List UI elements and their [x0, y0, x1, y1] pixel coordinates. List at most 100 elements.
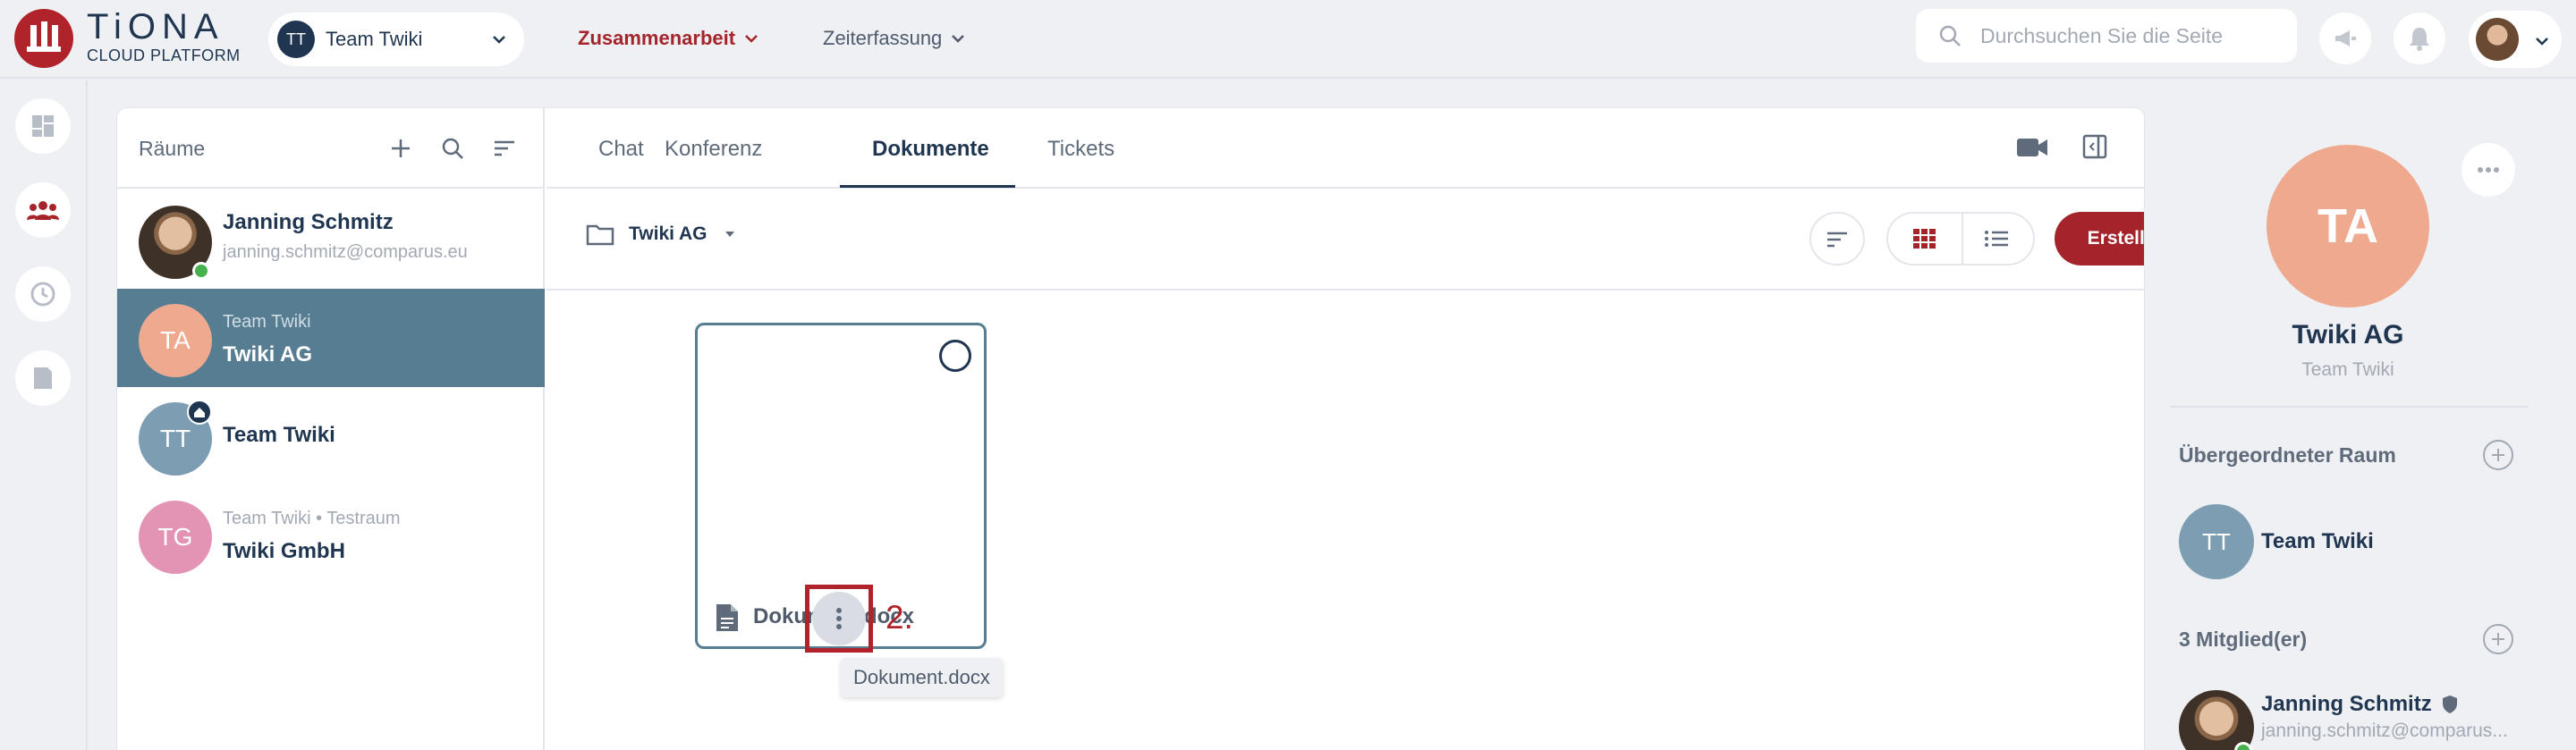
user-menu-button[interactable]	[2469, 11, 2562, 68]
room-item[interactable]: TG Team Twiki • Testraum Twiki GmbH	[117, 485, 545, 584]
document-icon	[34, 367, 52, 389]
document-more-button[interactable]	[812, 592, 866, 645]
caret-down-icon	[724, 232, 734, 237]
tab-chat[interactable]: Chat	[598, 137, 644, 162]
divider	[117, 187, 545, 189]
room-name: Team Twiki	[223, 423, 335, 447]
room-item[interactable]: TA Team Twiki Twiki AG	[117, 289, 545, 387]
parent-room-heading: Übergeordneter Raum	[2179, 443, 2396, 467]
room-subtitle: janning.schmitz@comparus.eu	[223, 242, 468, 262]
nav-zusammenarbeit-label: Zusammenarbeit	[578, 27, 736, 49]
tiona-logo-icon[interactable]	[14, 9, 73, 68]
sort-icon[interactable]	[491, 135, 518, 162]
chevron-down-icon	[2536, 38, 2548, 46]
tab-tickets[interactable]: Tickets	[1047, 137, 1114, 162]
team-selector-label: Team Twiki	[326, 28, 423, 50]
more-vertical-icon	[836, 608, 842, 629]
member-name: Janning Schmitz	[2261, 692, 2432, 716]
plus-icon	[2492, 449, 2504, 461]
view-toggle	[1886, 212, 2035, 265]
dashboard-icon	[32, 115, 54, 137]
team-avatar: TT	[277, 21, 315, 58]
grid-view-icon[interactable]	[1911, 226, 1936, 251]
user-avatar	[2476, 18, 2519, 61]
collaboration-button[interactable]	[15, 182, 71, 238]
room-name: Twiki AG	[223, 342, 313, 367]
add-icon[interactable]	[387, 135, 414, 162]
room-item[interactable]: Janning Schmitz janning.schmitz@comparus…	[117, 190, 545, 289]
top-bar: TiONA CLOUD PLATFORM TT Team Twiki Zusam…	[0, 0, 2576, 79]
main-card: Räume Janning Schmitz janning.schmitz@co…	[116, 107, 2145, 750]
parent-room-name[interactable]: Team Twiki	[2261, 529, 2374, 554]
sidebar-toggle-icon[interactable]	[2081, 133, 2108, 160]
file-icon	[716, 604, 738, 631]
nav-zeiterfassung-label: Zeiterfassung	[823, 27, 943, 49]
room-avatar-large: TA	[2267, 145, 2429, 308]
team-icon	[27, 201, 59, 220]
add-member-button[interactable]	[2483, 624, 2513, 654]
dashboard-button[interactable]	[15, 98, 71, 154]
create-button-label: Erstellen	[2087, 228, 2145, 249]
member-avatar	[2179, 690, 2254, 750]
sort-icon	[1827, 232, 1847, 248]
room-subtitle: Team Twiki	[223, 312, 311, 332]
nav-zeiterfassung[interactable]: Zeiterfassung	[823, 27, 967, 50]
members-heading: 3 Mitglied(er)	[2179, 628, 2308, 651]
room-subtitle: Team Twiki • Testraum	[223, 509, 401, 528]
room-subtitle: Team Twiki	[2301, 359, 2394, 380]
rooms-title: Räume	[139, 137, 206, 160]
online-status-icon	[192, 262, 210, 280]
add-parent-room-button[interactable]	[2483, 440, 2513, 470]
room-title: Twiki AG	[2292, 320, 2404, 350]
chevron-down-icon	[952, 35, 965, 43]
chevron-down-icon	[745, 35, 758, 43]
rooms-panel: Räume Janning Schmitz janning.schmitz@co…	[117, 108, 545, 750]
time-tracking-button[interactable]	[15, 266, 71, 322]
room-avatar: TA	[139, 304, 212, 377]
team-selector[interactable]: TT Team Twiki	[268, 13, 524, 66]
more-horizontal-icon	[2478, 167, 2499, 173]
step-label: 2.	[886, 599, 913, 636]
search-placeholder: Durchsuchen Sie die Seite	[1980, 24, 2224, 47]
search-icon	[1939, 25, 1961, 46]
documents-button[interactable]	[15, 350, 71, 406]
member-email: janning.schmitz@comparus...	[2261, 721, 2508, 741]
content-panel: Chat Konferenz Dokumente Tickets Twiki A…	[547, 108, 2145, 750]
shield-icon	[2442, 695, 2457, 713]
parent-room-avatar: TT	[2179, 504, 2254, 579]
megaphone-icon	[2335, 30, 2356, 46]
room-item[interactable]: TT Team Twiki	[117, 387, 545, 485]
divider	[547, 187, 2144, 189]
select-checkbox[interactable]	[939, 340, 971, 372]
room-name: Janning Schmitz	[223, 210, 394, 234]
video-camera-icon[interactable]	[2015, 135, 2049, 160]
room-details-panel: TA Twiki AG Team Twiki Übergeordneter Ra…	[2145, 80, 2576, 750]
active-tab-indicator	[840, 185, 1015, 188]
tooltip: Dokument.docx	[841, 658, 1003, 697]
tab-dokumente[interactable]: Dokumente	[872, 137, 989, 162]
plus-icon	[2492, 633, 2504, 645]
room-avatar: TG	[139, 501, 212, 574]
divider	[547, 289, 2144, 291]
divider	[2170, 406, 2528, 408]
create-button[interactable]: Erstellen	[2055, 212, 2145, 265]
sort-button[interactable]	[1809, 212, 1865, 265]
nav-zusammenarbeit[interactable]: Zusammenarbeit	[578, 27, 760, 50]
home-icon	[187, 400, 212, 425]
room-options-button[interactable]	[2462, 143, 2515, 197]
folder-icon	[586, 224, 614, 246]
search-input[interactable]: Durchsuchen Sie die Seite	[1916, 9, 2297, 63]
tab-konferenz[interactable]: Konferenz	[665, 137, 762, 162]
folder-breadcrumb[interactable]: Twiki AG	[586, 223, 738, 246]
left-rail	[0, 80, 88, 750]
room-name: Twiki GmbH	[223, 539, 345, 563]
search-icon[interactable]	[439, 135, 466, 162]
member-name-row[interactable]: Janning Schmitz	[2261, 692, 2459, 717]
chevron-down-icon	[493, 36, 505, 44]
announcements-button[interactable]	[2319, 13, 2371, 64]
bell-icon	[2410, 28, 2429, 51]
divider	[1962, 214, 1963, 264]
brand-subtitle: CLOUD PLATFORM	[87, 46, 241, 64]
list-view-icon[interactable]	[1983, 226, 2010, 251]
notifications-button[interactable]	[2394, 13, 2445, 64]
